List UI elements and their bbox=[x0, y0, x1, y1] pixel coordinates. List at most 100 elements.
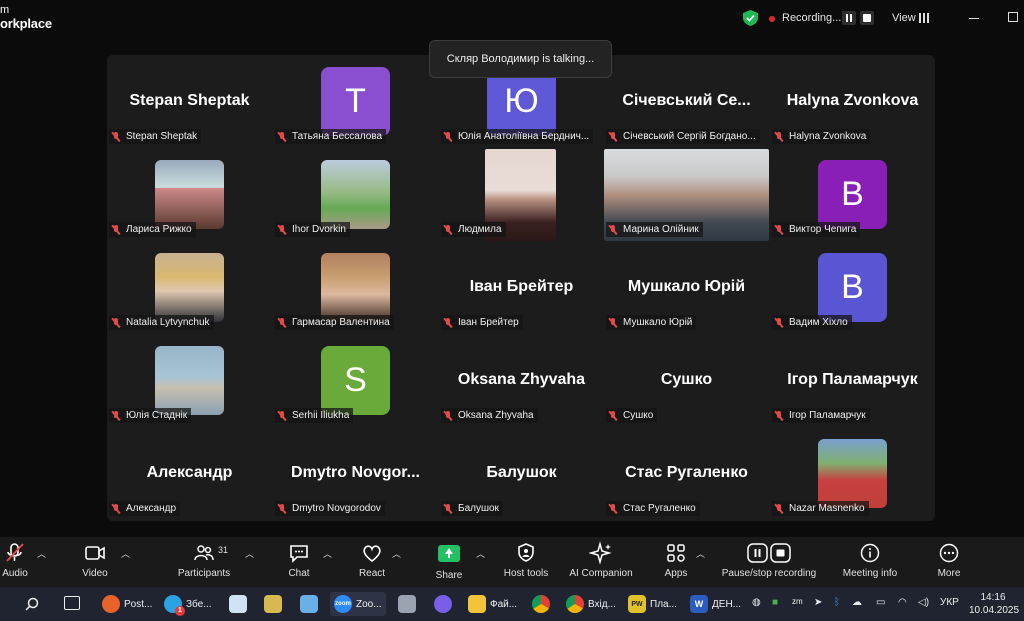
folder-icon bbox=[468, 595, 486, 613]
participant-tile[interactable]: B Виктор Чепига bbox=[770, 148, 935, 241]
view-button[interactable]: View bbox=[892, 12, 916, 24]
audio-button[interactable]: Audio bbox=[0, 541, 30, 585]
battery-icon[interactable]: ▭ bbox=[876, 597, 885, 608]
participant-label: Січевський Сергій Богдано... bbox=[606, 129, 760, 144]
mic-muted-icon bbox=[111, 317, 121, 328]
more-button[interactable]: More bbox=[934, 541, 964, 585]
mic-muted-icon bbox=[774, 317, 784, 328]
chevron-up-icon[interactable]: ︿ bbox=[392, 547, 401, 560]
task-view-icon[interactable] bbox=[64, 596, 80, 610]
chevron-up-icon[interactable]: ︿ bbox=[245, 547, 254, 560]
system-clock[interactable]: 14:16 10.04.2025 bbox=[969, 591, 1019, 617]
zoom-tray-icon[interactable]: zm bbox=[792, 597, 803, 606]
participant-tile[interactable]: Nazar Masnenko bbox=[770, 427, 935, 520]
participant-tile[interactable]: Людмила bbox=[439, 148, 604, 241]
mic-muted-icon bbox=[443, 131, 453, 142]
participant-label: Людмила bbox=[441, 222, 506, 237]
mic-muted-icon bbox=[774, 224, 784, 235]
participant-label: Лариса Рижко bbox=[109, 222, 196, 237]
viber-icon[interactable] bbox=[434, 595, 452, 613]
participant-tile[interactable]: Ihor Dvorkin bbox=[273, 148, 438, 241]
participant-tile[interactable]: Балушок Балушок bbox=[439, 427, 604, 520]
participant-tile[interactable]: Ігор Паламарчук Ігор Паламарчук bbox=[770, 334, 935, 427]
participant-tile[interactable]: Dmytro Novgor... Dmytro Novgorodov bbox=[273, 427, 438, 520]
host-tools-button[interactable]: Host tools bbox=[500, 541, 552, 585]
participant-display-name: Балушок bbox=[486, 464, 557, 481]
paint-icon[interactable] bbox=[264, 595, 282, 613]
recording-dot-icon bbox=[769, 16, 775, 22]
participant-tile[interactable]: Stepan Sheptak Stepan Sheptak bbox=[107, 55, 272, 148]
people-icon bbox=[194, 545, 214, 561]
wifi-icon[interactable]: ◠ bbox=[898, 597, 907, 608]
chrome-icon[interactable] bbox=[532, 595, 550, 613]
participant-tile[interactable]: Марина Олійник bbox=[604, 148, 769, 241]
taskbar-pw[interactable]: PW Пла... bbox=[628, 592, 677, 616]
participant-tile[interactable]: Стас Ругаленко Стас Ругаленко bbox=[604, 427, 769, 520]
mic-muted-icon bbox=[608, 317, 618, 328]
participant-tile[interactable]: S Serhii Iliukha bbox=[273, 334, 438, 427]
chevron-up-icon[interactable]: ︿ bbox=[323, 547, 332, 560]
chat-icon bbox=[290, 545, 308, 563]
taskbar-postman[interactable]: Post... bbox=[102, 592, 152, 616]
keyboard-language[interactable]: УКР bbox=[940, 597, 959, 608]
cloud-icon[interactable]: ☁ bbox=[852, 597, 862, 608]
pause-stop-recording-button[interactable]: Pause/stop recording bbox=[716, 541, 822, 585]
participant-tile[interactable]: B Вадим Хіхло bbox=[770, 241, 935, 334]
volume-icon[interactable]: ◁) bbox=[918, 597, 929, 608]
participant-display-name: Halyna Zvonkova bbox=[786, 92, 919, 109]
participant-tile[interactable]: T Татьяна Бессалова bbox=[273, 55, 438, 148]
taskbar-telegram[interactable]: 1 Збе... bbox=[164, 592, 212, 616]
mic-muted-icon bbox=[111, 224, 121, 235]
minimize-button[interactable] bbox=[969, 18, 979, 19]
participant-tile[interactable]: Александр Александр bbox=[107, 427, 272, 520]
pause-recording-button[interactable] bbox=[842, 11, 856, 25]
participant-tile[interactable]: Гармасар Валентина bbox=[273, 241, 438, 334]
video-gallery: Stepan Sheptak Stepan Sheptak T Татьяна … bbox=[107, 55, 935, 521]
participant-label: Іван Брейтер bbox=[441, 315, 523, 330]
mic-muted-icon bbox=[111, 503, 121, 514]
notepad-icon[interactable] bbox=[229, 595, 247, 613]
app-icon[interactable] bbox=[300, 595, 318, 613]
react-button[interactable]: React bbox=[357, 541, 387, 585]
chevron-up-icon[interactable]: ︿ bbox=[476, 547, 485, 560]
taskbar-files[interactable]: Фай... bbox=[468, 592, 517, 616]
chrome-icon bbox=[566, 595, 584, 613]
scanner-icon[interactable] bbox=[398, 595, 416, 613]
chat-button[interactable]: Chat bbox=[286, 541, 312, 585]
participant-tile[interactable]: Сушко Сушко bbox=[604, 334, 769, 427]
grid-icon[interactable] bbox=[919, 13, 929, 23]
mic-muted-icon bbox=[277, 131, 287, 142]
video-button[interactable]: Video bbox=[78, 541, 112, 585]
stop-recording-button[interactable] bbox=[860, 11, 874, 25]
mic-muted-icon bbox=[277, 410, 287, 421]
participant-tile[interactable]: Oksana Zhyvaha Oksana Zhyvaha bbox=[439, 334, 604, 427]
restore-button[interactable] bbox=[1008, 12, 1018, 22]
chevron-up-icon[interactable]: ︿ bbox=[37, 547, 46, 560]
ai-companion-button[interactable]: AI Companion bbox=[566, 541, 636, 585]
active-speaker-banner: Скляр Володимир is talking... bbox=[429, 40, 612, 78]
mic-muted-icon bbox=[443, 410, 453, 421]
participant-tile[interactable]: Halyna Zvonkova Halyna Zvonkova bbox=[770, 55, 935, 148]
viber-tray-icon[interactable]: ◍ bbox=[752, 597, 761, 608]
participant-tile[interactable]: Лариса Рижко bbox=[107, 148, 272, 241]
participant-tile[interactable]: Мушкало Юрій Мушкало Юрій bbox=[604, 241, 769, 334]
search-icon[interactable] bbox=[24, 596, 40, 612]
participant-label: Виктор Чепига bbox=[772, 222, 861, 237]
participant-tile[interactable]: Natalia Lytvynchuk bbox=[107, 241, 272, 334]
nvidia-icon[interactable]: ■ bbox=[772, 597, 778, 608]
telegram-tray-icon[interactable]: ➤ bbox=[814, 597, 822, 608]
meeting-info-button[interactable]: Meeting info bbox=[837, 541, 903, 585]
chevron-up-icon[interactable]: ︿ bbox=[696, 547, 705, 560]
apps-button[interactable]: Apps bbox=[662, 541, 690, 585]
chevron-up-icon[interactable]: ︿ bbox=[121, 547, 130, 560]
shield-check-icon[interactable] bbox=[743, 10, 758, 26]
bluetooth-icon[interactable]: ᛒ bbox=[834, 597, 840, 608]
taskbar-word[interactable]: W ДЕН... bbox=[690, 592, 741, 616]
taskbar-zoom[interactable]: zoom Zoo... bbox=[330, 592, 386, 616]
taskbar-chrome-inbox[interactable]: Вхід... bbox=[566, 592, 616, 616]
share-button[interactable]: Share bbox=[434, 541, 464, 585]
participant-tile[interactable]: Січевський Се... Січевський Сергій Богда… bbox=[604, 55, 769, 148]
participant-tile[interactable]: Юлія Стаднік bbox=[107, 334, 272, 427]
notification-badge: 1 bbox=[175, 606, 185, 616]
participant-tile[interactable]: Іван Брейтер Іван Брейтер bbox=[439, 241, 604, 334]
